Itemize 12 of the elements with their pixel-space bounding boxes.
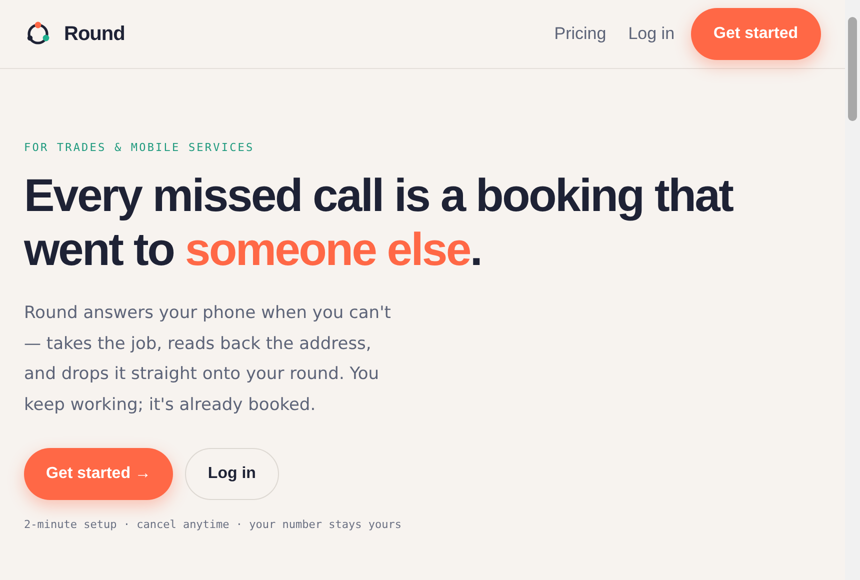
scrollbar[interactable] bbox=[845, 0, 860, 580]
get-started-button[interactable]: Get started → bbox=[24, 448, 173, 500]
log-in-button[interactable]: Log in bbox=[184, 448, 279, 500]
setup-note: 2-minute setup · cancel anytime · your number stays yours bbox=[24, 518, 402, 531]
lede-paragraph: Round answers your phone when you can't — takes the job, reads back the address, and drops it straight onto your round. You keep working; it's already booked. bbox=[24, 302, 392, 416]
headline: Every missed call is a booking that went to someone else. bbox=[24, 168, 734, 276]
nav-link[interactable]: Log in bbox=[628, 24, 675, 44]
nav-link[interactable]: Pricing bbox=[554, 24, 606, 44]
get-started-button[interactable]: Get started bbox=[690, 8, 821, 60]
eyebrow-text: FOR TRADES & MOBILE SERVICES bbox=[24, 141, 256, 154]
logo-icon bbox=[25, 21, 51, 47]
brand-name: Round bbox=[64, 22, 125, 46]
